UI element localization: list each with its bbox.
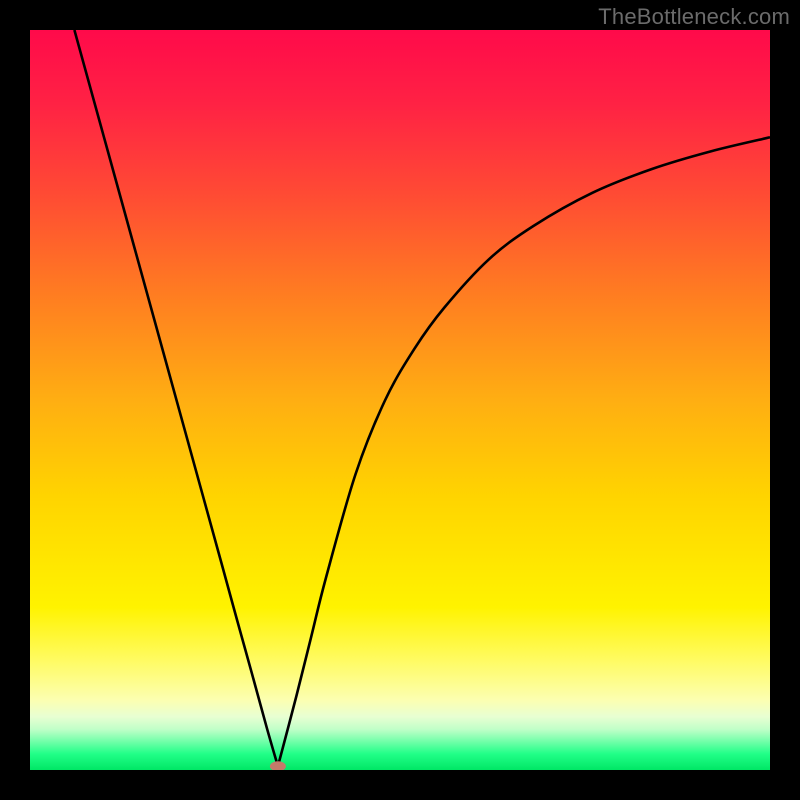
gradient-background xyxy=(30,30,770,770)
bottleneck-chart xyxy=(30,30,770,770)
watermark-text: TheBottleneck.com xyxy=(598,4,790,30)
chart-frame: TheBottleneck.com xyxy=(0,0,800,800)
